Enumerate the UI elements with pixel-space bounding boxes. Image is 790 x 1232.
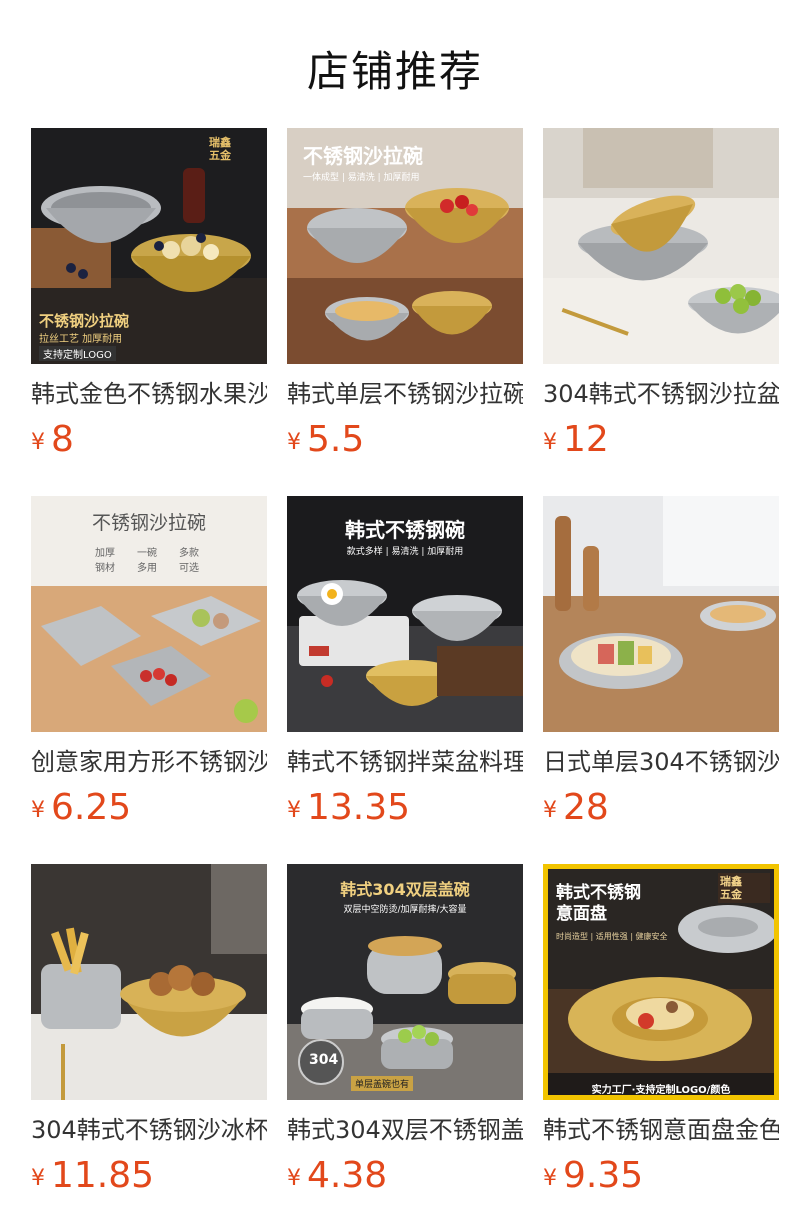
promo-sub: 时尚造型 | 适用性强 | 健康安全 <box>556 932 668 941</box>
promo-tag: 支持定制LOGO <box>39 346 116 361</box>
product-price: ¥11.85 <box>31 1156 267 1196</box>
product-image[interactable]: 不锈钢沙拉碗 一体成型 | 易清洗 | 加厚耐用 <box>287 128 523 364</box>
product-image[interactable]: 韩式不锈钢碗 款式多样 | 易清洗 | 加厚耐用 <box>287 496 523 732</box>
promo-tag: 单层盖碗也有 <box>351 1076 414 1091</box>
promo-headline: 不锈钢沙拉碗 <box>91 512 206 534</box>
product-card[interactable]: 韩式不锈钢碗 款式多样 | 易清洗 | 加厚耐用 韩式不锈钢拌菜盆料理碗 ¥13… <box>287 496 523 828</box>
promo-sub: 拉丝工艺 加厚耐用 <box>39 334 123 345</box>
product-image[interactable] <box>543 496 779 732</box>
product-image[interactable]: 瑞鑫 五金 不锈钢沙拉碗 拉丝工艺 加厚耐用 支持定制LOGO <box>31 128 267 364</box>
product-card[interactable]: 韩式304双层盖碗 双层中空防烫/加厚耐摔/大容量 304 单层盖碗也有 韩式3… <box>287 864 523 1196</box>
product-card[interactable]: 不锈钢沙拉碗 一体成型 | 易清洗 | 加厚耐用 韩式单层不锈钢沙拉碗 ¥5.5 <box>287 128 523 460</box>
promo-tag: 实力工厂·支持定制LOGO/颜色 <box>591 1085 731 1096</box>
product-name[interactable]: 日式单层304不锈钢沙拉碗 <box>543 746 779 778</box>
product-price: ¥8 <box>31 420 267 460</box>
feature-2: 一碗 多用 <box>137 548 157 574</box>
currency-symbol: ¥ <box>31 1166 45 1191</box>
product-card[interactable]: 瑞鑫 五金 韩式不锈钢 意面盘 时尚造型 | 适用性强 | 健康安全 实力工厂·… <box>543 864 779 1196</box>
product-card[interactable]: 日式单层304不锈钢沙拉碗 ¥28 <box>543 496 779 828</box>
product-price: ¥5.5 <box>287 420 523 460</box>
currency-symbol: ¥ <box>287 430 301 455</box>
brand-badge: 瑞鑫 五金 <box>718 873 770 903</box>
product-image[interactable]: 韩式304双层盖碗 双层中空防烫/加厚耐摔/大容量 304 单层盖碗也有 <box>287 864 523 1100</box>
product-price: ¥9.35 <box>543 1156 779 1196</box>
currency-symbol: ¥ <box>31 430 45 455</box>
price-value: 8 <box>51 419 74 460</box>
currency-symbol: ¥ <box>287 798 301 823</box>
price-value: 12 <box>563 419 609 460</box>
promo-headline: 不锈钢沙拉碗 <box>39 312 130 330</box>
product-card[interactable]: 瑞鑫 五金 不锈钢沙拉碗 拉丝工艺 加厚耐用 支持定制LOGO 韩式金色不锈钢水… <box>31 128 267 460</box>
product-price: ¥6.25 <box>31 788 267 828</box>
product-price: ¥13.35 <box>287 788 523 828</box>
price-value: 13.35 <box>307 787 411 828</box>
promo-headline: 韩式不锈钢碗 <box>345 518 465 542</box>
product-name[interactable]: 韩式不锈钢意面盘金色 <box>543 1114 779 1146</box>
product-image[interactable]: 不锈钢沙拉碗 加厚 钢材 一碗 多用 多款 可选 <box>31 496 267 732</box>
product-name[interactable]: 创意家用方形不锈钢沙拉碗 <box>31 746 267 778</box>
product-card[interactable]: 不锈钢沙拉碗 加厚 钢材 一碗 多用 多款 可选 创意家用方形不锈钢沙拉碗 ¥6… <box>31 496 267 828</box>
currency-symbol: ¥ <box>31 798 45 823</box>
promo-headline: 韩式304双层盖碗 <box>340 880 470 899</box>
product-image[interactable] <box>543 128 779 364</box>
price-value: 4.38 <box>307 1155 388 1196</box>
currency-symbol: ¥ <box>543 430 557 455</box>
page-title: 店铺推荐 <box>306 47 483 96</box>
brand-badge: 瑞鑫 五金 <box>209 136 231 162</box>
product-name[interactable]: 韩式不锈钢拌菜盆料理碗 <box>287 746 523 778</box>
product-image[interactable] <box>31 864 267 1100</box>
product-card[interactable]: 304韩式不锈钢沙拉盆 ¥12 <box>543 128 779 460</box>
feature-1: 加厚 钢材 <box>95 548 115 574</box>
price-value: 11.85 <box>51 1155 155 1196</box>
currency-symbol: ¥ <box>543 798 557 823</box>
price-value: 9.35 <box>563 1155 644 1196</box>
promo-sub: 一体成型 | 易清洗 | 加厚耐用 <box>303 173 420 183</box>
currency-symbol: ¥ <box>543 1166 557 1191</box>
feature-3: 多款 可选 <box>179 548 199 574</box>
currency-symbol: ¥ <box>287 1166 301 1191</box>
material-seal: 304 <box>309 1052 339 1068</box>
promo-sub: 双层中空防烫/加厚耐摔/大容量 <box>343 905 467 915</box>
price-value: 28 <box>563 787 609 828</box>
price-value: 5.5 <box>307 419 365 460</box>
promo-headline: 韩式不锈钢 意面盘 <box>556 883 641 924</box>
product-price: ¥4.38 <box>287 1156 523 1196</box>
product-name[interactable]: 韩式金色不锈钢水果沙拉碗 <box>31 378 267 410</box>
product-price: ¥28 <box>543 788 779 828</box>
product-name[interactable]: 304韩式不锈钢沙冰杯 <box>31 1114 267 1146</box>
product-name[interactable]: 304韩式不锈钢沙拉盆 <box>543 378 779 410</box>
price-value: 6.25 <box>51 787 132 828</box>
product-price: ¥12 <box>543 420 779 460</box>
product-image[interactable]: 瑞鑫 五金 韩式不锈钢 意面盘 时尚造型 | 适用性强 | 健康安全 实力工厂·… <box>543 864 779 1100</box>
product-name[interactable]: 韩式单层不锈钢沙拉碗 <box>287 378 523 410</box>
product-card[interactable]: 304韩式不锈钢沙冰杯 ¥11.85 <box>31 864 267 1196</box>
promo-sub: 款式多样 | 易清洗 | 加厚耐用 <box>346 547 464 557</box>
promo-headline: 不锈钢沙拉碗 <box>303 144 423 168</box>
product-name[interactable]: 韩式304双层不锈钢盖碗 <box>287 1114 523 1146</box>
